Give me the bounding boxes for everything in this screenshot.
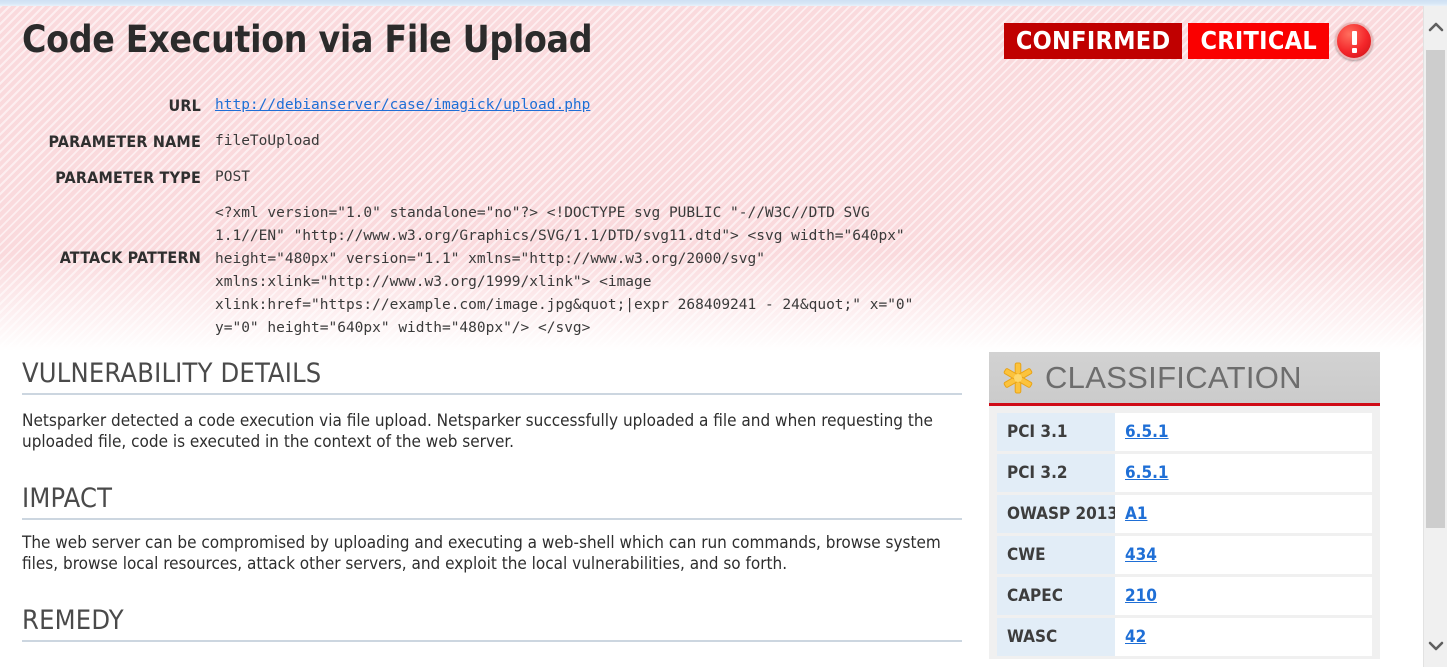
classification-key: WASC (997, 618, 1115, 656)
status-badge-confirmed[interactable]: CONFIRMED (1003, 23, 1183, 59)
table-row: CAPEC 210 (997, 577, 1372, 615)
scroll-down-arrow-icon[interactable] (1424, 631, 1447, 661)
status-badges: CONFIRMED CRITICAL (1003, 22, 1373, 60)
table-row: WASC 42 (997, 618, 1372, 656)
scroll-content: Code Execution via File Upload CONFIRMED… (0, 6, 1423, 667)
meta-value-parameter-name: fileToUpload (215, 133, 320, 149)
classification-value: 434 (1115, 536, 1372, 574)
vulnerability-meta-list: URL http://debianserver/case/imagick/upl… (0, 94, 960, 340)
classification-panel-header: CLASSIFICATION (989, 352, 1380, 406)
classification-link[interactable]: 6.5.1 (1125, 422, 1169, 442)
meta-label-parameter-name: PARAMETER NAME (48, 132, 201, 151)
classification-value: 210 (1115, 577, 1372, 615)
report-page: Code Execution via File Upload CONFIRMED… (0, 0, 1447, 667)
classification-link[interactable]: 42 (1125, 627, 1146, 647)
classification-link[interactable]: 210 (1125, 586, 1157, 606)
classification-value: 42 (1115, 618, 1372, 656)
section-body-impact: The web server can be compromised by upl… (22, 533, 941, 574)
classification-link[interactable]: 434 (1125, 545, 1157, 565)
classification-table: PCI 3.1 6.5.1 PCI 3.2 6.5.1 OWASP 2013 A… (989, 406, 1380, 656)
classification-key: PCI 3.1 (997, 413, 1115, 451)
vulnerability-header-band: Code Execution via File Upload CONFIRMED… (0, 6, 1423, 351)
classification-key: OWASP 2013 (997, 495, 1118, 533)
classification-panel: CLASSIFICATION PCI 3.1 6.5.1 PCI 3.2 6.5… (989, 352, 1380, 659)
target-url-link[interactable]: http://debianserver/case/imagick/upload.… (215, 97, 590, 113)
table-row: PCI 3.1 6.5.1 (997, 413, 1372, 451)
status-badge-critical[interactable]: CRITICAL (1188, 23, 1329, 59)
meta-value-attack-pattern: <?xml version="1.0" standalone="no"?> <!… (215, 205, 914, 336)
classification-value: 6.5.1 (1115, 454, 1372, 492)
classification-value: A1 (1115, 495, 1372, 533)
classification-key: CWE (997, 536, 1115, 574)
meta-row-attack-pattern: ATTACK PATTERN <?xml version="1.0" stand… (0, 202, 960, 340)
meta-label-attack-pattern: ATTACK PATTERN (59, 248, 201, 267)
classification-value: 6.5.1 (1115, 413, 1372, 451)
meta-value-parameter-type: POST (215, 169, 250, 185)
scroll-up-arrow-icon[interactable] (1424, 12, 1447, 42)
classification-key: CAPEC (997, 577, 1115, 615)
section-body-vulnerability-details: Netsparker detected a code execution via… (22, 411, 933, 452)
meta-row-parameter-name: PARAMETER NAME fileToUpload (0, 130, 960, 153)
scrollbar-thumb[interactable] (1426, 50, 1445, 528)
meta-row-url: URL http://debianserver/case/imagick/upl… (0, 94, 960, 117)
table-row: CWE 434 (997, 536, 1372, 574)
section-heading-impact: IMPACT (22, 483, 962, 520)
exclamation-circle-icon (1335, 22, 1373, 60)
vertical-scrollbar[interactable] (1423, 6, 1447, 667)
page-title: Code Execution via File Upload (22, 18, 593, 61)
meta-row-parameter-type: PARAMETER TYPE POST (0, 166, 960, 189)
meta-label-parameter-type: PARAMETER TYPE (55, 168, 201, 187)
meta-label-url: URL (168, 96, 201, 115)
asterisk-star-icon (1001, 361, 1035, 395)
table-row: PCI 3.2 6.5.1 (997, 454, 1372, 492)
classification-key: PCI 3.2 (997, 454, 1115, 492)
classification-link[interactable]: A1 (1125, 504, 1147, 524)
section-heading-vulnerability-details: VULNERABILITY DETAILS (22, 358, 962, 395)
classification-panel-title: CLASSIFICATION (1045, 360, 1302, 395)
table-row: OWASP 2013 A1 (997, 495, 1372, 533)
meta-value-url: http://debianserver/case/imagick/upload.… (215, 94, 590, 117)
section-heading-remedy: REMEDY (22, 605, 962, 642)
classification-link[interactable]: 6.5.1 (1125, 463, 1169, 483)
